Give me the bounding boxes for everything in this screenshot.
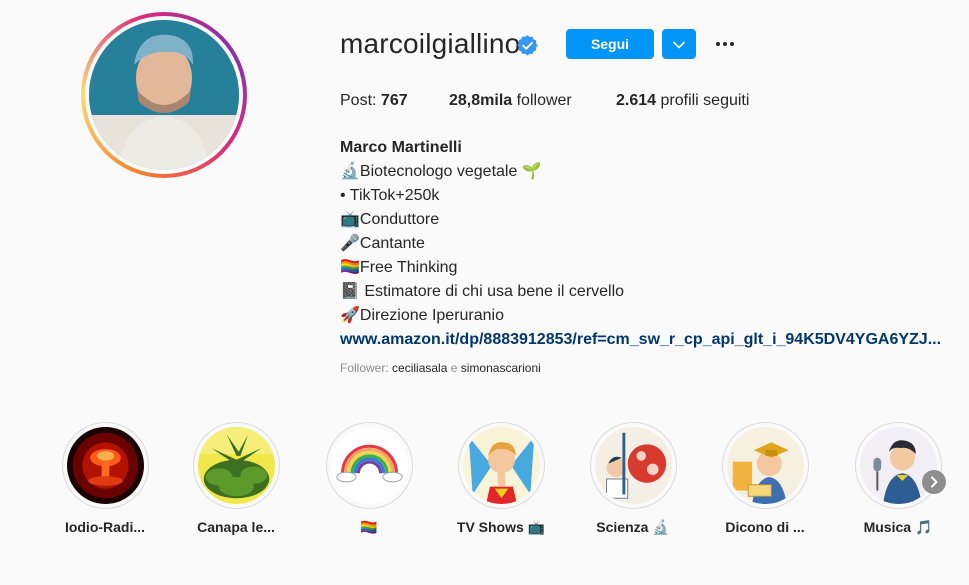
graduate-cartoon-image	[726, 427, 804, 504]
highlight-label: Canapa le...	[197, 519, 275, 535]
bio-line: 🎤Cantante	[340, 235, 425, 252]
singer-cartoon-image	[859, 427, 937, 504]
followed-by-user[interactable]: ceciliasala	[392, 361, 447, 375]
followers-count[interactable]: 28,8mila follower	[449, 92, 572, 110]
mushroom-cloud-image	[66, 427, 144, 504]
follow-button[interactable]: Segui	[566, 29, 654, 59]
profile-username: marcoilgiallino	[340, 28, 521, 59]
highlights-next-button[interactable]	[922, 470, 946, 494]
profile-bio: Marco Martinelli 🔬Biotecnologo vegetale …	[340, 136, 941, 352]
bio-line: • TikTok+250k	[340, 187, 440, 204]
bio-line: 🔬Biotecnologo vegetale 🌱	[340, 163, 542, 180]
followed-by-line: Follower: ceciliasala e simonascarioni	[340, 361, 541, 375]
highlight-label: Scienza 🔬	[596, 519, 670, 535]
cannabis-plant-image	[197, 427, 275, 504]
dot-icon	[716, 42, 720, 46]
chevron-right-icon	[931, 476, 938, 488]
story-highlight[interactable]: Dicono di ...	[715, 422, 815, 535]
posts-count: Post: 767	[340, 92, 408, 109]
bio-line: 📺Conduttore	[340, 211, 440, 228]
suggested-dropdown-button[interactable]	[662, 29, 696, 59]
highlight-label: Musica 🎵	[863, 519, 933, 535]
rainbow-image	[330, 427, 408, 504]
bio-external-link[interactable]: www.amazon.it/dp/8883912853/ref=cm_sw_r_…	[340, 328, 941, 352]
profile-full-name: Marco Martinelli	[340, 139, 462, 156]
followed-by-user[interactable]: simonascarioni	[461, 361, 541, 375]
story-highlight[interactable]: Scienza 🔬	[583, 422, 683, 536]
story-highlight[interactable]: TV Shows 📺	[451, 422, 551, 536]
dot-icon	[730, 42, 734, 46]
bio-line: 📓 Estimatore di chi usa bene il cervello	[340, 283, 625, 300]
following-count[interactable]: 2.614 profili seguiti	[616, 92, 749, 110]
highlight-label: Iodio-Radi...	[64, 519, 146, 535]
story-highlight[interactable]: 🏳️‍🌈	[319, 422, 419, 536]
highlight-label: TV Shows 📺	[456, 519, 546, 535]
avatar-portrait-illustration	[89, 20, 239, 170]
more-options-button[interactable]	[712, 34, 738, 54]
bio-line: 🏳️‍🌈Free Thinking	[340, 259, 458, 276]
verified-badge-icon	[517, 35, 538, 56]
chevron-down-icon	[673, 41, 685, 48]
story-highlight[interactable]: Canapa le...	[186, 422, 286, 535]
profile-avatar[interactable]	[81, 12, 247, 178]
dot-icon	[723, 42, 727, 46]
bio-line: 🚀Direzione Iperuranio	[340, 307, 504, 324]
avatar-photo	[89, 20, 239, 170]
highlight-label: Dicono di ...	[725, 519, 805, 535]
highlight-label: 🏳️‍🌈	[360, 519, 378, 535]
superhero-cartoon-image	[462, 427, 540, 504]
science-cartoon-image	[594, 427, 672, 504]
story-highlight[interactable]: Iodio-Radi...	[55, 422, 155, 535]
